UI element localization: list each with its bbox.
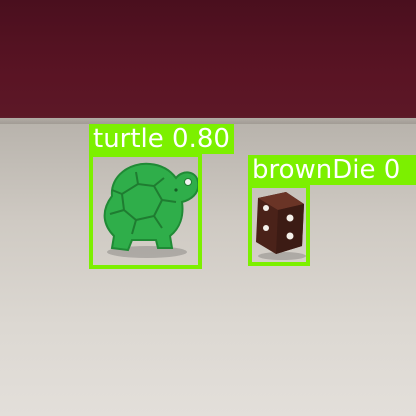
brown-die-bounding-box: [248, 184, 310, 266]
turtle-bounding-box: [89, 153, 202, 269]
turtle-detection-label: turtle 0.80: [89, 124, 234, 154]
camera-frame: turtle 0.80 brownDie 0: [0, 0, 416, 416]
brown-die-detection-label: brownDie 0: [248, 155, 416, 185]
table-edge-shadow: [0, 116, 416, 124]
